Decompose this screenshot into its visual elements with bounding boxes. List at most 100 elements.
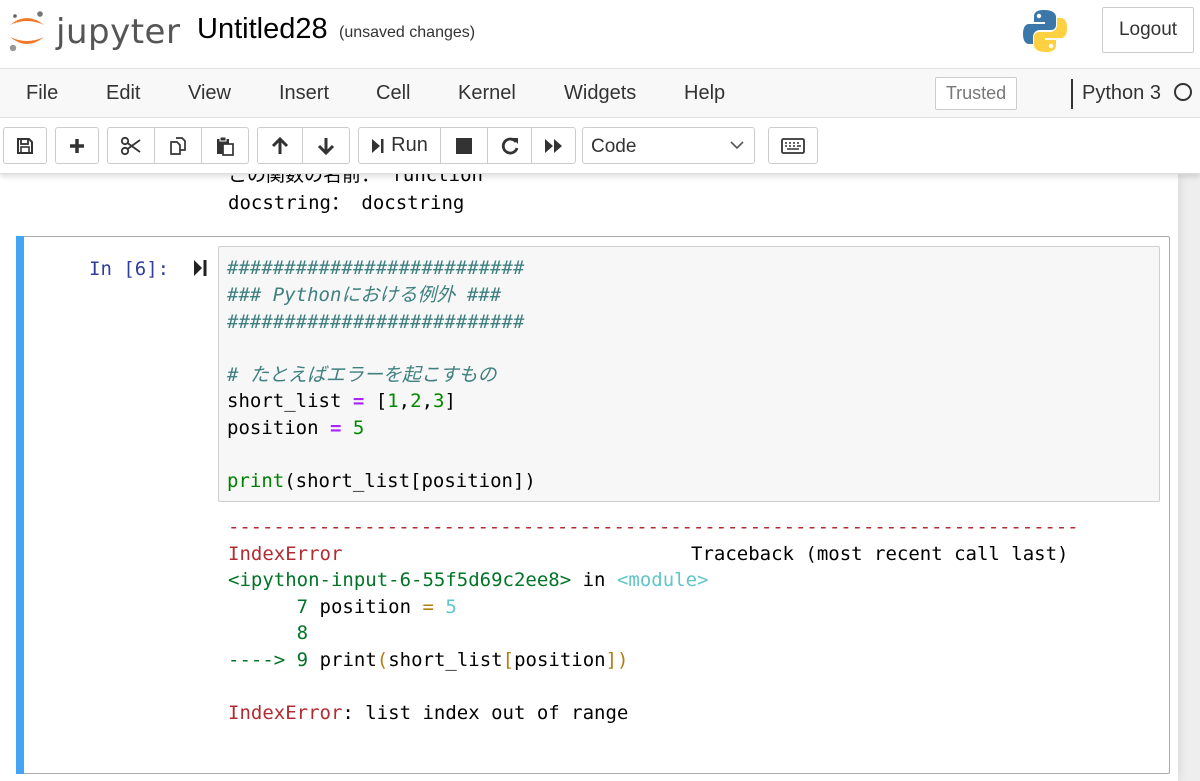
save-button[interactable] — [3, 127, 47, 164]
cut-button[interactable] — [107, 127, 155, 164]
python-logo-icon — [1023, 10, 1067, 52]
notebook-page: この関数の名前： function docstring： docstring I… — [0, 174, 1178, 781]
move-up-button[interactable] — [257, 127, 303, 164]
notebook-name[interactable]: Untitled28 — [197, 12, 328, 46]
notebook-container[interactable]: この関数の名前： function docstring： docstring I… — [0, 174, 1200, 781]
menu-view[interactable]: View — [188, 81, 231, 105]
code-line-5[interactable]: # たとえばエラーを起こすもの — [227, 362, 497, 388]
code-operator: = — [329, 417, 342, 439]
cut-icon — [120, 136, 141, 155]
run-label: Run — [391, 134, 428, 156]
menubar: File Edit View Insert Cell Kernel Widget… — [0, 68, 1200, 118]
insert-cell-button[interactable] — [55, 127, 99, 164]
copy-button[interactable] — [154, 127, 202, 164]
paste-icon — [217, 136, 234, 156]
traceback-separator: ----------------------------------------… — [228, 516, 1079, 538]
code-number: 5 — [352, 417, 365, 439]
restart-icon — [501, 137, 518, 154]
code-number: 1 — [387, 390, 399, 412]
code-bracket: [ — [375, 390, 388, 412]
traceback-value: 5 — [445, 596, 457, 618]
code-comment: # たとえばエラーを起こすもの — [227, 364, 497, 386]
logout-button[interactable]: Logout — [1102, 7, 1194, 53]
code-line-2[interactable]: ### Pythonにおける例外 ### — [227, 282, 501, 308]
toolbar: Run Code — [0, 118, 1200, 174]
trusted-indicator[interactable]: Trusted — [935, 77, 1017, 110]
kernel-name[interactable]: Python 3 — [1082, 81, 1161, 105]
stop-icon — [456, 137, 472, 154]
menu-help[interactable]: Help — [684, 81, 725, 105]
final-error-name: IndexError — [228, 702, 343, 724]
copy-icon — [170, 136, 186, 155]
selected-cell-indicator — [16, 236, 24, 774]
run-button[interactable]: Run — [358, 127, 441, 164]
code-comma: , — [421, 390, 434, 412]
code-builtin: print — [227, 470, 285, 492]
header: jupyter Untitled28 (unsaved changes) Log… — [0, 0, 1200, 68]
code-variable: position — [227, 417, 319, 439]
jupyter-logo-icon — [9, 11, 44, 52]
fast-forward-icon — [544, 138, 562, 153]
traceback-arrow: ----> — [228, 649, 286, 671]
chevron-down-icon — [730, 141, 744, 150]
step-run-icon — [372, 138, 384, 153]
menu-file[interactable]: File — [26, 81, 58, 105]
code-line-7[interactable]: position = 5 — [227, 415, 364, 441]
run-cell-icon[interactable] — [193, 259, 208, 277]
traceback-in: in — [571, 569, 617, 591]
command-palette-button[interactable] — [768, 127, 818, 164]
cell-type-select[interactable]: Code — [582, 127, 755, 164]
traceback-line-number: 9 — [296, 649, 309, 671]
traceback-module: <module> — [616, 569, 709, 591]
menu-kernel[interactable]: Kernel — [458, 81, 516, 105]
previous-output-line-1: この関数の名前： function — [228, 174, 483, 186]
code-line-6[interactable]: short_list = [1,2,3] — [227, 388, 456, 414]
kernel-separator — [1071, 79, 1073, 109]
move-down-button[interactable] — [302, 127, 350, 164]
traceback-operator: = — [422, 596, 434, 618]
traceback-line-8: 8 — [228, 620, 308, 646]
traceback-label: Traceback (most recent call last) — [691, 543, 1069, 565]
jupyter-logo[interactable]: jupyter — [6, 6, 180, 54]
code-line-1[interactable]: ########################## — [227, 255, 524, 281]
traceback-bracket: [ — [502, 649, 515, 671]
arrow-down-icon — [317, 137, 335, 155]
traceback-bracket: ] — [605, 649, 618, 671]
traceback-location: <ipython-input-6-55f5d69c2ee8> in <modul… — [228, 567, 708, 593]
traceback-code: position — [319, 596, 412, 618]
traceback-line-7: 7 position = 5 — [228, 594, 457, 620]
traceback-line-number: 7 — [296, 596, 309, 618]
save-icon — [17, 137, 33, 154]
restart-run-all-button[interactable] — [531, 127, 576, 164]
code-comment: ########################## — [227, 311, 525, 333]
code-comment: ########################## — [227, 257, 525, 279]
menu-widgets[interactable]: Widgets — [564, 81, 636, 105]
final-error-message: : list index out of range — [342, 702, 629, 724]
traceback-code: print — [319, 649, 377, 671]
code-bracket: ] — [444, 390, 456, 412]
code-line-3[interactable]: ########################## — [227, 309, 524, 335]
traceback-code: short_list — [388, 649, 503, 671]
traceback-input-ref: <ipython-input-6-55f5d69c2ee8> — [228, 569, 572, 591]
menu-edit[interactable]: Edit — [106, 81, 140, 105]
traceback-paren: ) — [617, 649, 629, 671]
error-name: IndexError — [228, 543, 343, 565]
keyboard-icon — [781, 137, 805, 154]
input-prompt: In [6]: — [89, 258, 170, 280]
menu-cell[interactable]: Cell — [376, 81, 410, 105]
plus-icon — [70, 138, 84, 153]
save-status: (unsaved changes) — [339, 24, 476, 41]
code-line-9[interactable]: print(short_list[position]) — [227, 468, 536, 494]
code-operator: = — [352, 390, 365, 412]
interrupt-button[interactable] — [440, 127, 488, 164]
paste-button[interactable] — [201, 127, 249, 164]
code-number: 3 — [433, 390, 445, 412]
cell-type-value: Code — [591, 136, 637, 157]
restart-button[interactable] — [487, 127, 532, 164]
menu-insert[interactable]: Insert — [279, 81, 329, 105]
traceback-code: position — [514, 649, 606, 671]
kernel-idle-icon — [1174, 83, 1192, 101]
traceback-header: IndexError Traceback (most recent call la… — [228, 541, 1069, 567]
code-args: (short_list[position]) — [284, 470, 536, 492]
error-message-line: IndexError: list index out of range — [228, 700, 628, 726]
